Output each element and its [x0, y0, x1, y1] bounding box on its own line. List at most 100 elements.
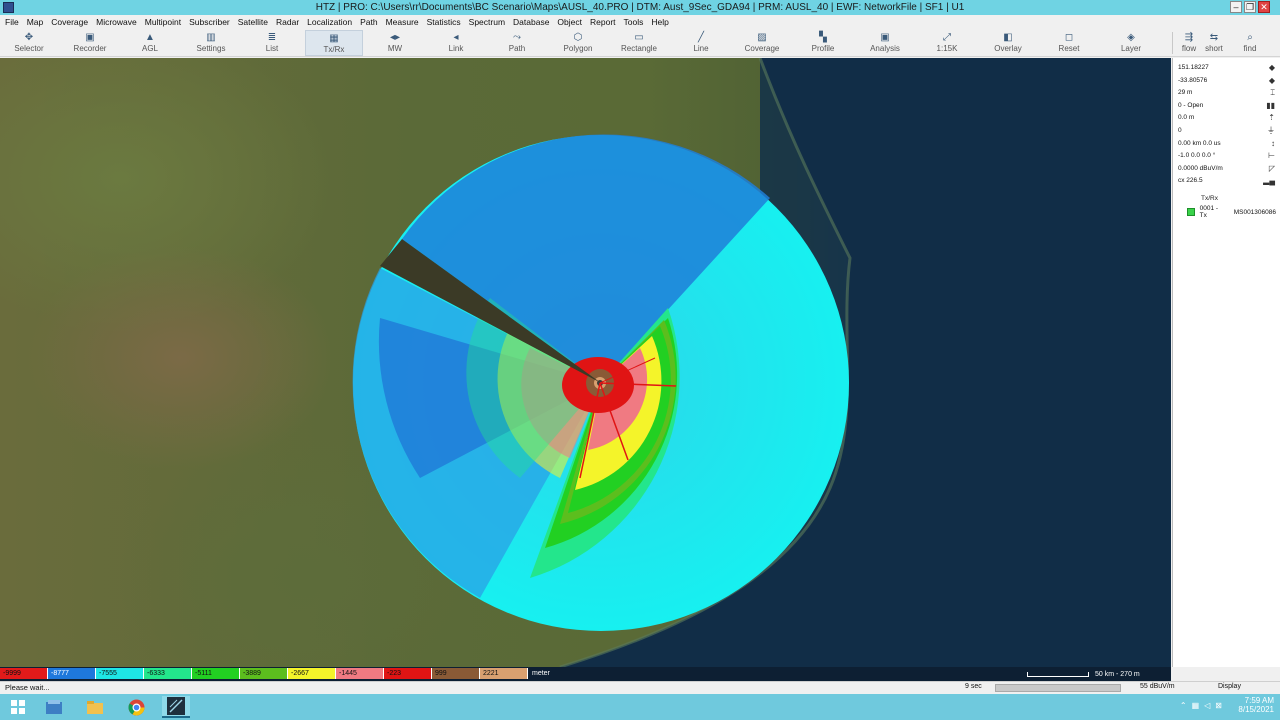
folder-button[interactable] — [81, 696, 109, 718]
toolbar-selector-button[interactable]: ✥ Selector — [0, 30, 58, 56]
menu-radar[interactable]: Radar — [276, 17, 299, 27]
volume-icon[interactable]: ◁ — [1204, 701, 1210, 710]
clock[interactable]: 7:59 AM 8/15/2021 — [1238, 696, 1274, 714]
info-row: cx 226.5 — [1178, 177, 1203, 185]
toolbar-label: Polygon — [563, 44, 593, 53]
scale-bar-line — [1027, 672, 1089, 677]
menu-microwave[interactable]: Microwave — [96, 17, 137, 27]
toolbar-agl-button[interactable]: ▲ AGL — [121, 30, 179, 56]
menu-measure[interactable]: Measure — [386, 17, 419, 27]
info-row-icon[interactable]: ▂▄ — [1263, 176, 1275, 185]
toolbar-label: Link — [448, 44, 464, 53]
menu-tools[interactable]: Tools — [624, 17, 644, 27]
info-row: -33.80576 — [1178, 76, 1208, 84]
toolbar-analysis-button[interactable]: ▣ Analysis — [856, 30, 914, 56]
minimize-button[interactable]: – — [1230, 1, 1242, 13]
reset-icon: ◻ — [1064, 32, 1074, 43]
menu-file[interactable]: File — [5, 17, 19, 27]
menu-map[interactable]: Map — [27, 17, 44, 27]
system-tray: ⌃ ▦ ◁ ⊠ — [1180, 701, 1222, 710]
toolbar-polygon-button[interactable]: ⬡ Polygon — [549, 30, 607, 56]
info-panel: Tx/Rx 0001 -Tx MS001306086 151.18227 ◆ -33… — [1172, 58, 1280, 667]
menu-path[interactable]: Path — [360, 17, 378, 27]
toolbar-label: Selector — [14, 44, 44, 53]
menu-help[interactable]: Help — [651, 17, 668, 27]
htz-app-icon — [167, 697, 185, 715]
info-row-icon[interactable]: ◸ — [1269, 164, 1275, 173]
menu-satellite[interactable]: Satellite — [238, 17, 268, 27]
toolbar-settings-button[interactable]: ▥ Settings — [182, 30, 240, 56]
toolbar-reset-button[interactable]: ◻ Reset — [1040, 30, 1098, 56]
restore-button[interactable]: ❐ — [1244, 1, 1256, 13]
info-row: 0.0 m — [1178, 114, 1195, 122]
toolbar-path-button[interactable]: ⤳ Path — [488, 30, 546, 56]
toolbar-link-button[interactable]: ◂ Link — [427, 30, 485, 56]
notification-icon[interactable]: ⊠ — [1215, 701, 1222, 710]
file-explorer-icon — [46, 700, 62, 714]
info-row-icon[interactable]: ⇡ — [1268, 113, 1275, 122]
toolbar-label: Line — [693, 44, 709, 53]
toolbar-coverage-button[interactable]: ▨ Coverage — [733, 30, 791, 56]
chrome-button[interactable] — [122, 696, 150, 718]
map-canvas[interactable] — [0, 58, 1171, 667]
file-explorer-button[interactable] — [40, 696, 68, 718]
legend-item-id: 0001 -Tx — [1199, 205, 1219, 219]
tx-rx-icon: ▦ — [329, 33, 339, 44]
color-scale-segment: -7555 — [96, 668, 144, 679]
menu-coverage[interactable]: Coverage — [51, 17, 88, 27]
menu-bar: File Map Coverage Microwave Multipoint Subscr… — [0, 15, 1280, 29]
toolbar-short-button[interactable]: ⇆ short — [1197, 30, 1231, 56]
toolbar-mw-button[interactable]: ◂▸ MW — [366, 30, 424, 56]
info-row-icon[interactable]: ⏚ — [1267, 126, 1275, 135]
toolbar-label: 1:15K — [936, 44, 958, 53]
network-icon[interactable]: ▦ — [1192, 701, 1200, 710]
legend-item[interactable]: 0001 -Tx MS001306086 — [1181, 205, 1276, 219]
info-row-icon[interactable]: ⊢ — [1268, 151, 1275, 160]
menu-localization[interactable]: Localization — [307, 17, 352, 27]
menu-subscriber[interactable]: Subscriber — [189, 17, 230, 27]
status-field-strength: 55 dBuV/m — [1140, 683, 1175, 690]
toolbar-rectangle-button[interactable]: ▭ Rectangle — [610, 30, 668, 56]
info-row-icon[interactable]: ↕ — [1271, 139, 1275, 148]
menu-object[interactable]: Object — [557, 17, 582, 27]
toolbar-label: Settings — [196, 44, 226, 53]
toolbar-label: List — [265, 44, 279, 53]
legend-header: Tx/Rx — [1201, 195, 1218, 202]
color-scale-segment: 999 — [432, 668, 480, 679]
title-bar: HTZ | PRO: C:\Users\rr\Documents\BC Scen… — [0, 0, 1280, 15]
clock-time: 7:59 AM — [1244, 696, 1274, 705]
info-row: 0 — [1178, 127, 1182, 134]
close-button[interactable]: ✕ — [1258, 1, 1270, 13]
menu-statistics[interactable]: Statistics — [427, 17, 461, 27]
toolbar-1-15k-button[interactable]: ⤢ 1:15K — [918, 30, 976, 56]
menu-spectrum[interactable]: Spectrum — [469, 17, 505, 27]
info-row-icon[interactable]: ▮▮ — [1266, 101, 1275, 110]
toolbar-label: Profile — [811, 44, 835, 53]
chevron-up-icon[interactable]: ⌃ — [1180, 701, 1187, 710]
toolbar-recorder-button[interactable]: ▣ Recorder — [61, 30, 119, 56]
status-display[interactable]: Display — [1218, 683, 1241, 690]
menu-database[interactable]: Database — [513, 17, 549, 27]
toolbar-layer-button[interactable]: ◈ Layer — [1102, 30, 1160, 56]
toolbar-label: MW — [387, 44, 403, 53]
info-row-icon[interactable]: ⌶ — [1270, 88, 1275, 97]
menu-report[interactable]: Report — [590, 17, 616, 27]
toolbar-tx-rx-button[interactable]: ▦ Tx/Rx — [305, 30, 363, 56]
toolbar-list-button[interactable]: ≣ List — [243, 30, 301, 56]
color-scale-segment: -2667 — [288, 668, 336, 679]
htz-app-button[interactable] — [162, 696, 190, 718]
legend-swatch — [1187, 208, 1195, 216]
toolbar-label: Recorder — [73, 44, 107, 53]
layer-icon: ◈ — [1127, 32, 1135, 43]
toolbar-find-button[interactable]: ⌕ find — [1233, 30, 1267, 56]
toolbar-profile-button[interactable]: ▚ Profile — [794, 30, 852, 56]
info-row-icon[interactable]: ◆ — [1269, 76, 1275, 85]
toolbar-line-button[interactable]: ╱ Line — [672, 30, 730, 56]
menu-multipoint[interactable]: Multipoint — [145, 17, 181, 27]
start-button[interactable] — [4, 696, 32, 718]
toolbar-label: Analysis — [870, 44, 900, 53]
agl-icon: ▲ — [145, 32, 155, 43]
info-row-icon[interactable]: ◆ — [1269, 63, 1275, 72]
toolbar-label: flow — [1181, 44, 1197, 53]
toolbar-overlay-button[interactable]: ◧ Overlay — [979, 30, 1037, 56]
